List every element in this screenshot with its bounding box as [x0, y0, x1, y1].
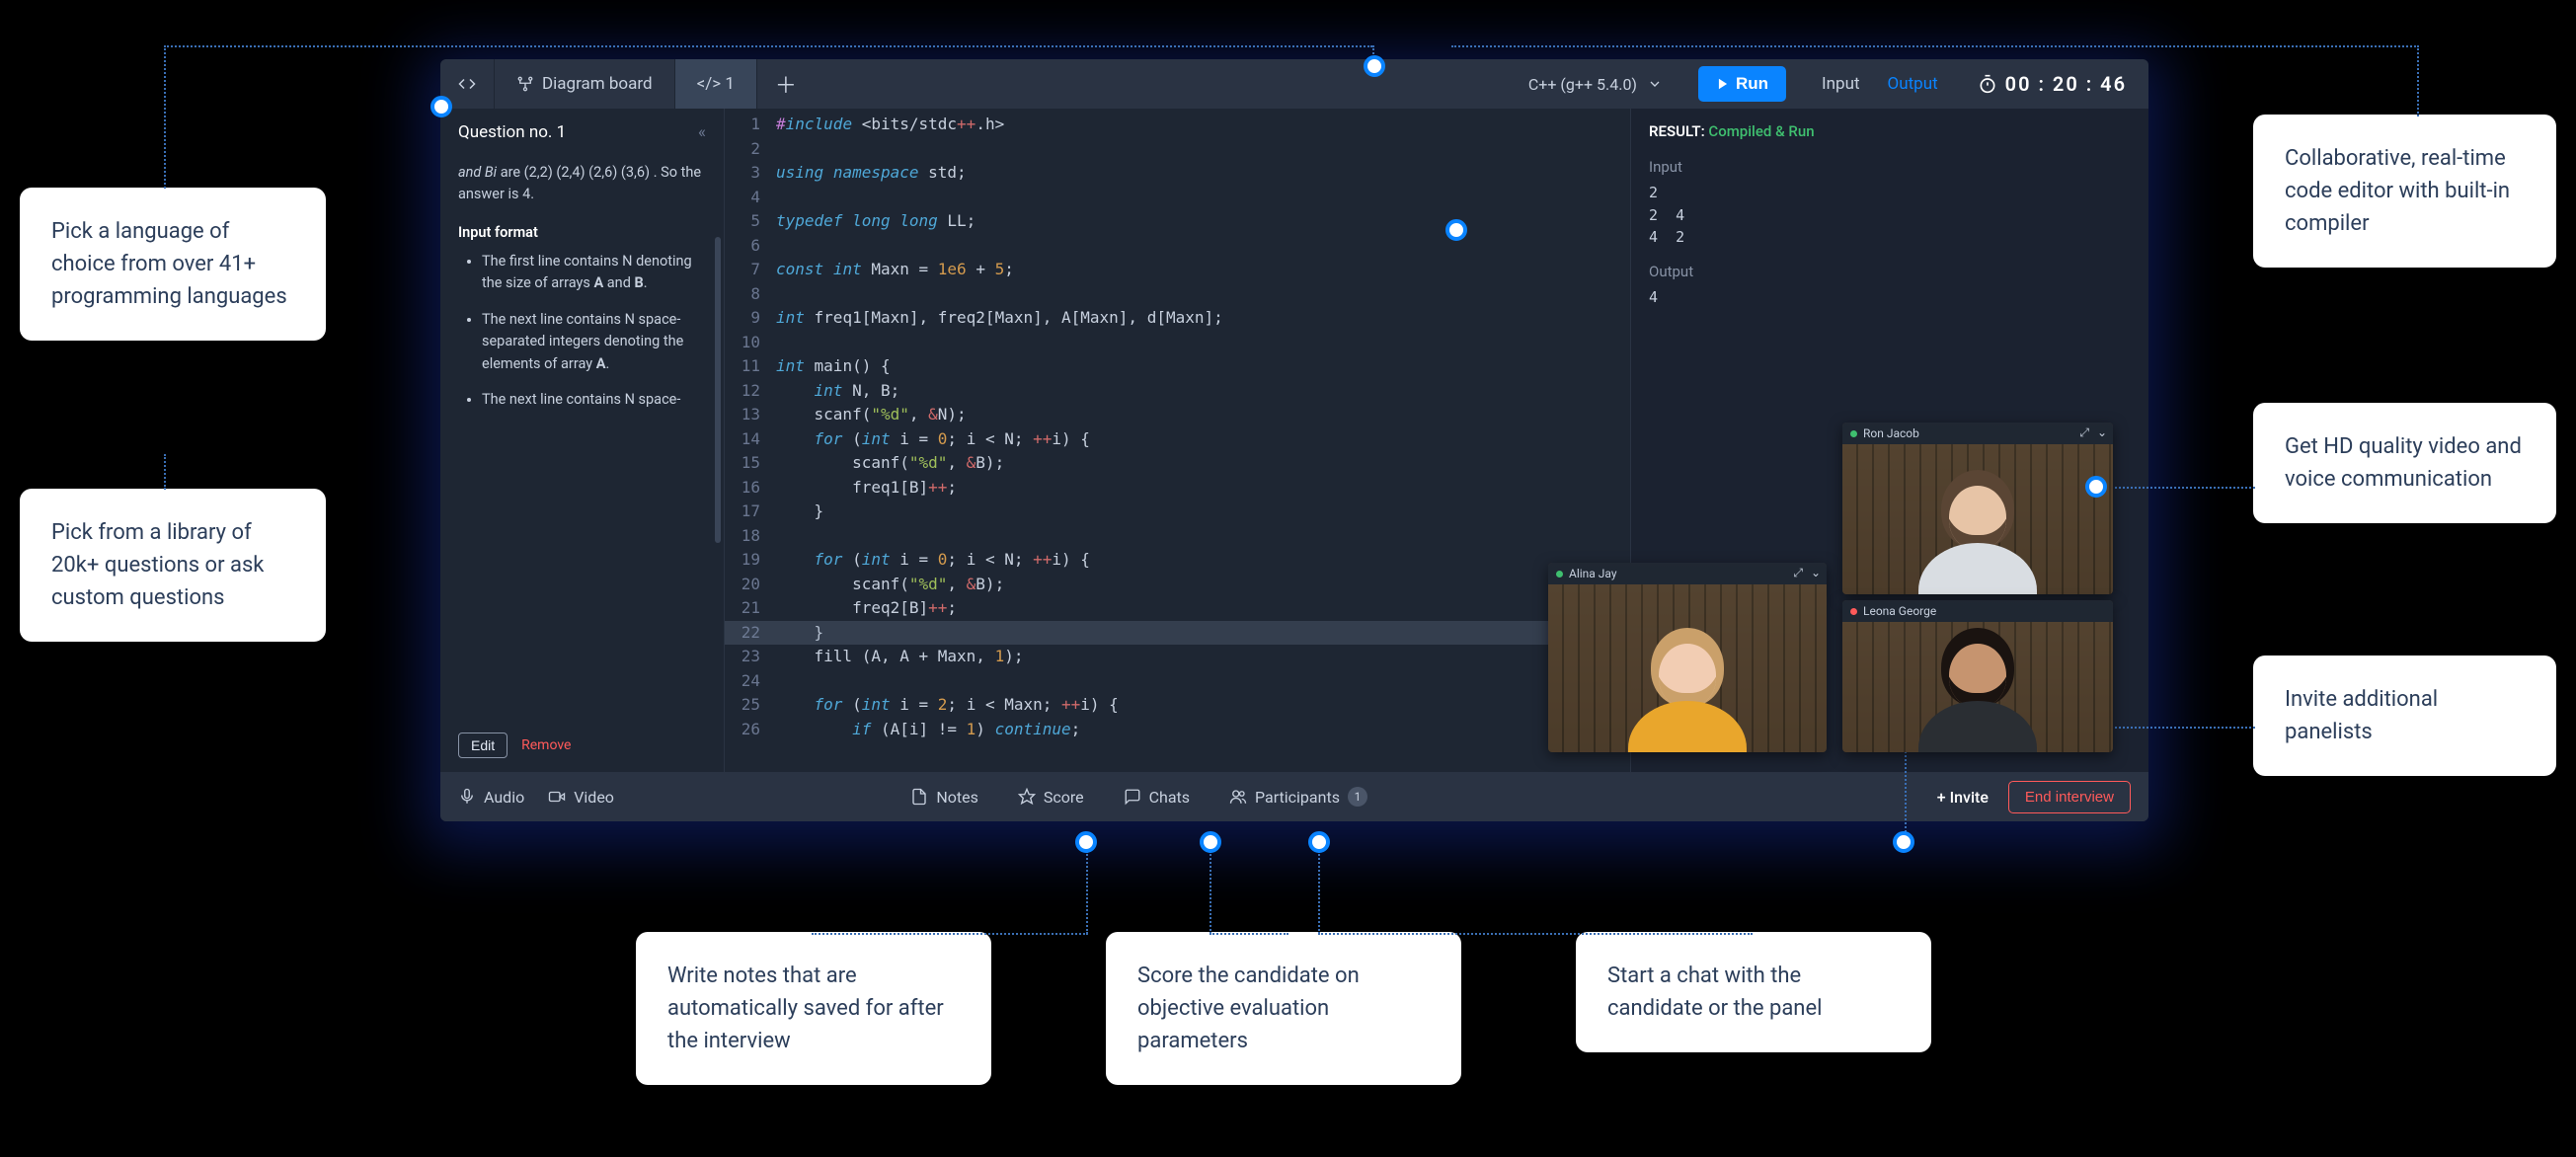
question-title: Question no. 1 [458, 122, 566, 142]
io-tab-output[interactable]: Output [1888, 74, 1938, 94]
marker-notes [1075, 831, 1097, 853]
topbar: Diagram board </> 1 ＋ C++ (g++ 5.4.0) Ru… [440, 59, 2148, 109]
tab-diagram-label: Diagram board [542, 74, 653, 94]
edit-button[interactable]: Edit [458, 733, 507, 758]
callout-invite: Invite additional panelists [2253, 656, 2556, 776]
callout-language: Pick a language of choice from over 41+ … [20, 188, 326, 341]
run-label: Run [1736, 74, 1768, 94]
io-tabs: Input Output [1804, 74, 1956, 94]
tab-diagram-board[interactable]: Diagram board [495, 59, 675, 109]
callout-question-lib: Pick from a library of 20k+ questions or… [20, 489, 326, 642]
question-bullet: The next line contains N space-separated… [482, 309, 706, 375]
chevron-down-icon[interactable]: ⌄ [2097, 425, 2107, 440]
marker-language [1364, 55, 1385, 77]
callout-video-quality: Get HD quality video and voice communica… [2253, 403, 2556, 523]
notes-icon [910, 788, 928, 806]
question-bullet: The next line contains N space- [482, 389, 706, 411]
score-label: Score [1044, 788, 1084, 807]
chats-label: Chats [1149, 788, 1190, 807]
video-thumb-alina[interactable]: Alina Jay ⤢ ⌄ [1548, 563, 1827, 752]
callout-chats: Start a chat with the candidate or the p… [1576, 932, 1931, 1052]
chat-icon [1124, 788, 1141, 806]
participants-button[interactable]: Participants 1 [1229, 787, 1367, 807]
bottombar: Audio Video Notes Score Chats Participan… [440, 772, 2148, 821]
video-name-3: Leona George [1863, 604, 1936, 618]
audio-toggle[interactable]: Audio [458, 788, 524, 807]
io-tab-input[interactable]: Input [1822, 74, 1860, 94]
input-format-heading: Input format [458, 224, 706, 241]
star-icon [1018, 788, 1036, 806]
language-select[interactable]: C++ (g++ 5.4.0) [1511, 75, 1680, 94]
end-interview-button[interactable]: End interview [2008, 781, 2131, 813]
chats-button[interactable]: Chats [1124, 787, 1190, 807]
marker-editor [1445, 219, 1467, 241]
marker-invite [1893, 831, 1914, 853]
participants-count: 1 [1348, 787, 1367, 807]
result-label: RESULT: [1649, 122, 1705, 140]
scrollbar[interactable] [715, 237, 721, 543]
question-bullets: The first line contains N denoting the s… [458, 251, 706, 412]
mic-icon [458, 788, 476, 806]
question-bullet: The first line contains N denoting the s… [482, 251, 706, 295]
chevron-down-icon[interactable]: ⌄ [1811, 566, 1821, 580]
callout-score: Score the candidate on objective evaluat… [1106, 932, 1461, 1085]
tab-code-1[interactable]: </> 1 [675, 59, 757, 109]
marker-video [2085, 476, 2107, 498]
marker-chats [1308, 831, 1330, 853]
timer: 00 : 20 : 46 [1956, 72, 2148, 96]
video-toggle[interactable]: Video [548, 788, 614, 807]
video-name-2: Ron Jacob [1863, 426, 1919, 440]
callout-editor: Collaborative, real-time code editor wit… [2253, 115, 2556, 268]
video-thumb-ron[interactable]: Ron Jacob ⤢ ⌄ [1842, 423, 2113, 594]
score-button[interactable]: Score [1018, 787, 1084, 807]
chevron-down-icon [1647, 76, 1663, 92]
output-block: 4 [1649, 286, 2131, 309]
question-panel: Question no. 1 « and Bi are (2,2) (2,4) … [440, 109, 725, 772]
run-button[interactable]: Run [1698, 66, 1786, 102]
input-block: 2 2 4 4 2 [1649, 182, 2131, 249]
add-tab-button[interactable]: ＋ [757, 68, 815, 100]
code-editor[interactable]: 1234567891011121314151617181920212223242… [725, 109, 1630, 772]
remove-link[interactable]: Remove [521, 737, 571, 753]
notes-button[interactable]: Notes [910, 787, 978, 807]
result-status: Compiled & Run [1708, 122, 1814, 140]
participants-label: Participants [1255, 788, 1340, 807]
expand-icon[interactable]: ⤢ [2079, 425, 2089, 440]
question-desc: and Bi are (2,2) (2,4) (2,6) (3,6) . So … [458, 162, 706, 206]
audio-label: Audio [484, 788, 524, 807]
code-content[interactable]: #include <bits/stdc++.h> using namespace… [768, 109, 1630, 772]
output-label: Output [1649, 263, 2131, 280]
video-name-1: Alina Jay [1569, 567, 1617, 580]
language-label: C++ (g++ 5.4.0) [1528, 75, 1637, 94]
expand-icon[interactable]: ⤢ [1793, 566, 1803, 580]
marker-leftpanel [430, 96, 452, 117]
video-thumb-leona[interactable]: Leona George [1842, 600, 2113, 752]
invite-button[interactable]: + Invite [1937, 788, 1989, 807]
timer-value: 00 : 20 : 46 [2005, 72, 2127, 96]
notes-label: Notes [936, 788, 978, 807]
video-label: Video [574, 788, 614, 807]
camera-icon [548, 788, 566, 806]
stopwatch-icon [1978, 74, 1997, 94]
marker-score [1200, 831, 1221, 853]
tab-code-label: </> 1 [697, 74, 735, 94]
line-gutter: 1234567891011121314151617181920212223242… [725, 109, 768, 772]
play-icon [1716, 77, 1730, 91]
people-icon [1229, 788, 1247, 806]
collapse-icon[interactable]: « [698, 122, 706, 142]
input-label: Input [1649, 158, 2131, 176]
callout-notes: Write notes that are automatically saved… [636, 932, 991, 1085]
